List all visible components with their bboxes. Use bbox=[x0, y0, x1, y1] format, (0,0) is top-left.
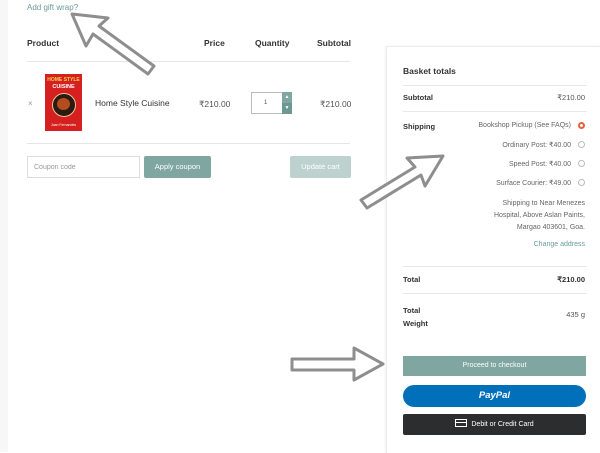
column-header-quantity: Quantity bbox=[255, 38, 290, 48]
remove-item-button[interactable]: × bbox=[28, 99, 33, 108]
table-divider bbox=[27, 143, 350, 144]
total-weight-label-line: Total bbox=[403, 306, 421, 315]
totals-divider bbox=[403, 293, 587, 294]
cover-food-image bbox=[57, 98, 70, 110]
column-header-product: Product bbox=[27, 38, 60, 48]
shipping-radio-ordinary-post[interactable] bbox=[578, 141, 585, 148]
annotation-arrow-icon bbox=[290, 346, 385, 382]
total-weight-value: 435 g bbox=[566, 310, 585, 319]
proceed-to-checkout-button[interactable]: Proceed to checkout bbox=[403, 356, 586, 376]
shipping-option-pickup[interactable]: Bookshop Pickup (See FAQs) bbox=[478, 122, 571, 129]
shipping-label: Shipping bbox=[403, 122, 436, 131]
page-left-margin bbox=[0, 0, 8, 452]
shipping-address: Shipping to Near Menezes Hospital, Above… bbox=[445, 198, 585, 234]
card-button-label: Debit or Credit Card bbox=[471, 421, 534, 428]
chevron-down-icon: ▼ bbox=[284, 105, 290, 111]
update-cart-button[interactable]: Update cart bbox=[290, 156, 351, 178]
product-name-link[interactable]: Home Style Cuisine bbox=[95, 98, 170, 108]
column-header-price: Price bbox=[204, 38, 225, 48]
shipping-radio-surface-courier[interactable] bbox=[578, 179, 585, 186]
quantity-value: 1 bbox=[264, 100, 268, 106]
total-weight-label: Total Weight bbox=[403, 304, 428, 330]
debit-credit-card-button[interactable]: Debit or Credit Card bbox=[403, 414, 586, 435]
totals-divider bbox=[403, 85, 587, 86]
product-subtotal: ₹210.00 bbox=[320, 99, 352, 109]
chevron-up-icon: ▲ bbox=[284, 94, 290, 100]
shipping-option-surface-courier[interactable]: Surface Courier: ₹49.00 bbox=[496, 179, 571, 187]
shipping-address-line: Hospital, Above Aslan Paints, bbox=[493, 212, 585, 219]
coupon-code-input[interactable] bbox=[27, 156, 140, 178]
quantity-increase-button[interactable]: ▲ bbox=[282, 92, 292, 103]
totals-divider bbox=[403, 266, 587, 267]
shipping-option-ordinary-post[interactable]: Ordinary Post: ₹40.00 bbox=[502, 141, 571, 149]
product-thumbnail[interactable]: HOME STYLE CUISINE Joan Fernandes bbox=[45, 74, 82, 131]
credit-card-icon bbox=[455, 419, 468, 427]
total-label: Total bbox=[403, 275, 421, 284]
column-header-subtotal: Subtotal bbox=[317, 38, 351, 48]
annotation-arrow-icon bbox=[359, 154, 445, 210]
cover-title-line2: CUISINE bbox=[52, 84, 75, 90]
shipping-radio-pickup[interactable] bbox=[578, 122, 585, 129]
total-value: ₹210.00 bbox=[557, 275, 585, 284]
subtotal-value: ₹210.00 bbox=[557, 93, 585, 102]
basket-totals-panel: Basket totals Subtotal ₹210.00 Shipping … bbox=[386, 46, 600, 453]
change-address-link[interactable]: Change address bbox=[534, 241, 585, 248]
total-weight-label-line: Weight bbox=[403, 319, 428, 328]
cover-author: Joan Fernandes bbox=[50, 123, 77, 127]
shipping-option-speed-post[interactable]: Speed Post: ₹40.00 bbox=[509, 160, 571, 168]
totals-divider bbox=[403, 111, 587, 112]
cover-title-line1: HOME STYLE bbox=[47, 77, 80, 83]
basket-totals-title: Basket totals bbox=[403, 66, 456, 76]
quantity-decrease-button[interactable]: ▼ bbox=[282, 103, 292, 114]
shipping-radio-speed-post[interactable] bbox=[578, 160, 585, 167]
product-price: ₹210.00 bbox=[199, 99, 231, 109]
annotation-arrow-icon bbox=[70, 12, 156, 76]
shipping-address-line: Shipping to Near Menezes bbox=[502, 200, 586, 207]
paypal-button[interactable]: PayPal bbox=[403, 385, 586, 407]
shipping-address-line: Margao 403601, Goa. bbox=[516, 224, 585, 231]
subtotal-label: Subtotal bbox=[403, 93, 433, 102]
apply-coupon-button[interactable]: Apply coupon bbox=[144, 156, 211, 178]
